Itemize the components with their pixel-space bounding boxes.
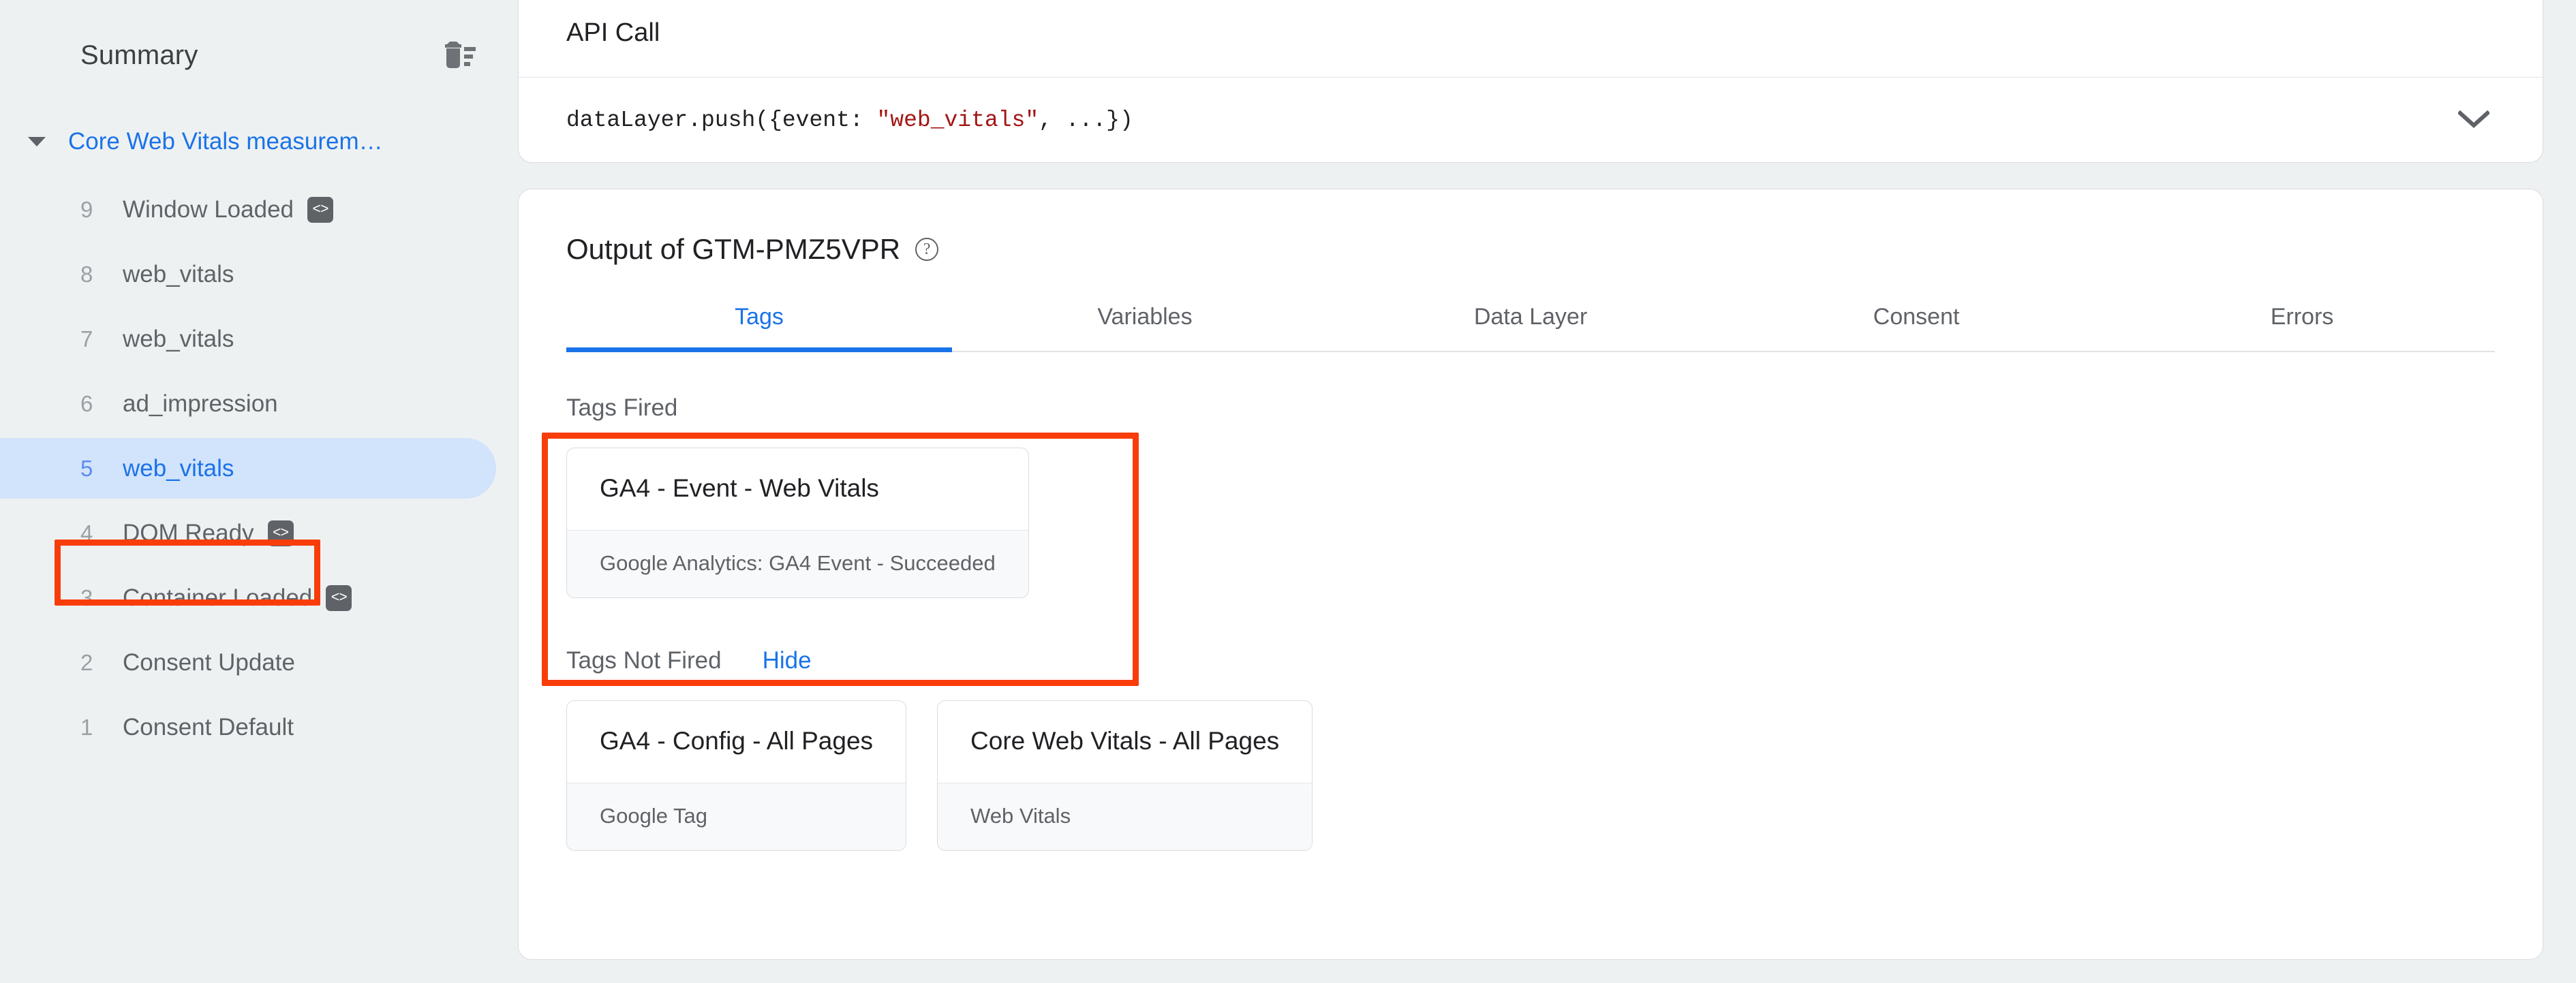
event-row-2[interactable]: 2 Consent Update bbox=[0, 630, 518, 695]
tag-card-name: Core Web Vitals - All Pages bbox=[970, 727, 1280, 755]
event-index: 2 bbox=[80, 649, 93, 675]
event-row-1[interactable]: 1 Consent Default bbox=[0, 695, 518, 760]
code-badge-icon: <> bbox=[267, 520, 294, 546]
caret-down-icon[interactable] bbox=[20, 125, 53, 158]
tags-fired-label: Tags Fired bbox=[566, 394, 678, 421]
main-panel: API Call dataLayer.push({event: "web_vit… bbox=[518, 0, 2576, 983]
tab-consent[interactable]: Consent bbox=[1723, 304, 2109, 351]
code-badge-glyph: <> bbox=[312, 202, 328, 218]
tag-card-ga4-event-web-vitals[interactable]: GA4 - Event - Web Vitals Google Analytic… bbox=[566, 448, 1029, 598]
event-label: Container Loaded bbox=[123, 584, 313, 611]
api-call-title: API Call bbox=[566, 18, 660, 47]
event-label: web_vitals bbox=[123, 325, 234, 352]
output-title-row: Output of GTM-PMZ5VPR ? bbox=[566, 233, 2495, 266]
code-prefix: dataLayer.push({event: bbox=[566, 107, 877, 133]
tab-tags[interactable]: Tags bbox=[566, 304, 952, 352]
event-row-5-selected[interactable]: 5 web_vitals bbox=[0, 436, 518, 501]
event-index: 4 bbox=[80, 520, 93, 546]
tags-not-fired-label: Tags Not Fired bbox=[566, 647, 722, 674]
code-badge-glyph: <> bbox=[331, 591, 348, 606]
code-badge-icon: <> bbox=[326, 584, 352, 611]
api-call-header: API Call bbox=[519, 0, 2543, 78]
tab-errors[interactable]: Errors bbox=[2109, 304, 2495, 351]
tags-not-fired-hide-link[interactable]: Hide bbox=[763, 647, 812, 674]
event-row-pill bbox=[0, 438, 496, 499]
event-index: 1 bbox=[80, 714, 93, 740]
event-index: 6 bbox=[80, 390, 93, 416]
tags-fired-header: Tags Fired bbox=[566, 394, 2495, 422]
tags-not-fired-header: Tags Not Fired Hide bbox=[566, 647, 2495, 674]
event-index: 3 bbox=[80, 584, 93, 610]
event-index: 7 bbox=[80, 326, 93, 352]
code-badge-glyph: <> bbox=[272, 526, 289, 542]
event-list: 9 Window Loaded <> 8 web_vitals 7 web_vi… bbox=[0, 177, 518, 760]
event-row-4[interactable]: 4 DOM Ready <> bbox=[0, 501, 518, 565]
event-label: DOM Ready bbox=[123, 519, 254, 546]
tags-fired-cards: GA4 - Event - Web Vitals Google Analytic… bbox=[566, 448, 2495, 598]
tag-card-type: Google Tag bbox=[567, 783, 906, 850]
output-card: Output of GTM-PMZ5VPR ? Tags Variables D… bbox=[518, 189, 2543, 960]
tag-card-core-web-vitals-all-pages[interactable]: Core Web Vitals - All Pages Web Vitals bbox=[937, 700, 1313, 851]
gtm-preview-screen: Summary Core Web Vitals measurem… 9 Wind… bbox=[0, 0, 2576, 983]
tag-card-type: Web Vitals bbox=[938, 783, 1313, 850]
event-sidebar: Summary Core Web Vitals measurem… 9 Wind… bbox=[0, 0, 518, 983]
event-label: Consent Update bbox=[123, 649, 295, 676]
event-row-6[interactable]: 6 ad_impression bbox=[0, 371, 518, 436]
event-label: Consent Default bbox=[123, 713, 294, 740]
chevron-down-icon[interactable] bbox=[2453, 99, 2495, 141]
event-label: Window Loaded bbox=[123, 196, 294, 223]
sidebar-header: Summary bbox=[0, 29, 518, 82]
api-call-card: API Call dataLayer.push({event: "web_vit… bbox=[518, 0, 2543, 163]
api-call-code: dataLayer.push({event: "web_vitals", ...… bbox=[566, 108, 1133, 133]
tab-variables[interactable]: Variables bbox=[952, 304, 1338, 351]
api-call-body: dataLayer.push({event: "web_vitals", ...… bbox=[519, 78, 2543, 162]
event-row-7[interactable]: 7 web_vitals bbox=[0, 307, 518, 371]
event-row-9[interactable]: 9 Window Loaded <> bbox=[0, 177, 518, 242]
tags-not-fired-cards: GA4 - Config - All Pages Google Tag Core… bbox=[566, 700, 2495, 851]
clear-trash-icon[interactable] bbox=[442, 38, 477, 72]
tags-fired-section: Tags Fired GA4 - Event - Web Vitals Goog… bbox=[566, 394, 2495, 598]
event-group-core-web-vitals[interactable]: Core Web Vitals measurem… bbox=[0, 110, 518, 173]
event-label: web_vitals bbox=[123, 260, 234, 287]
event-index: 9 bbox=[80, 196, 93, 222]
event-row-pill bbox=[0, 244, 496, 305]
event-label: web_vitals bbox=[123, 454, 234, 482]
tag-card-name: GA4 - Event - Web Vitals bbox=[600, 474, 879, 502]
tab-data-layer[interactable]: Data Layer bbox=[1338, 304, 1723, 351]
output-header: Output of GTM-PMZ5VPR ? Tags Variables D… bbox=[519, 189, 2543, 352]
output-title: Output of GTM-PMZ5VPR bbox=[566, 233, 901, 265]
code-string-literal: "web_vitals" bbox=[876, 107, 1039, 133]
event-label: ad_impression bbox=[123, 390, 278, 417]
code-suffix: , ...}) bbox=[1039, 107, 1133, 133]
tag-card-name: GA4 - Config - All Pages bbox=[600, 727, 874, 755]
event-row-3[interactable]: 3 Container Loaded <> bbox=[0, 565, 518, 630]
event-index: 5 bbox=[80, 455, 93, 481]
code-badge-icon: <> bbox=[307, 196, 333, 223]
tag-card-status: Google Analytics: GA4 Event - Succeeded bbox=[567, 530, 1028, 597]
help-circle-icon[interactable]: ? bbox=[915, 238, 939, 261]
output-tabs: Tags Variables Data Layer Consent Errors bbox=[566, 304, 2495, 352]
tags-not-fired-section: Tags Not Fired Hide GA4 - Config - All P… bbox=[566, 647, 2495, 851]
tag-card-ga4-config-all-pages[interactable]: GA4 - Config - All Pages Google Tag bbox=[566, 700, 907, 851]
event-row-pill bbox=[0, 309, 496, 369]
tags-panel: Tags Fired GA4 - Event - Web Vitals Goog… bbox=[519, 352, 2543, 851]
summary-title: Summary bbox=[80, 40, 198, 70]
event-row-8[interactable]: 8 web_vitals bbox=[0, 242, 518, 307]
event-group-label: Core Web Vitals measurem… bbox=[68, 128, 383, 155]
event-index: 8 bbox=[80, 261, 93, 287]
